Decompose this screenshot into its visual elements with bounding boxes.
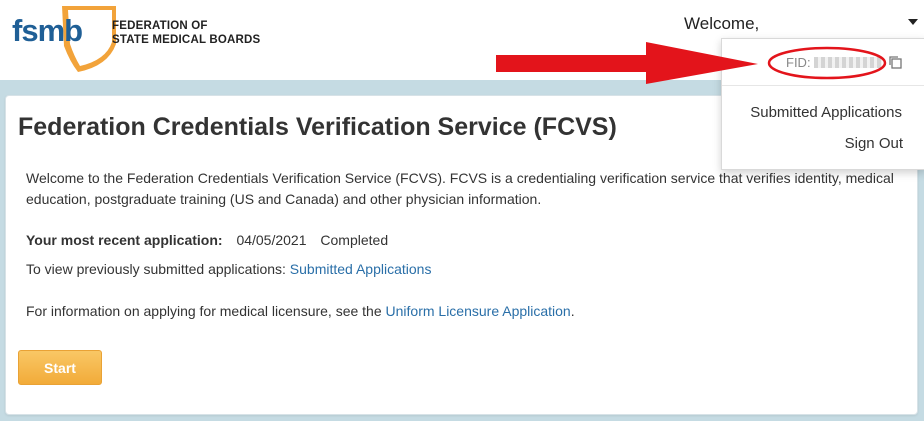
page-title: Federation Credentials Verification Serv… bbox=[18, 113, 617, 141]
start-button[interactable]: Start bbox=[18, 350, 102, 385]
menu-item-submitted-applications[interactable]: Submitted Applications bbox=[722, 104, 902, 121]
licensure-info: For information on applying for medical … bbox=[26, 303, 575, 319]
recent-application: Your most recent application: 04/05/2021… bbox=[26, 232, 388, 248]
recent-application-label: Your most recent application: bbox=[26, 232, 223, 248]
copy-icon[interactable] bbox=[887, 54, 903, 70]
caret-down-icon[interactable] bbox=[908, 19, 918, 25]
previous-applications: To view previously submitted application… bbox=[26, 261, 432, 277]
recent-application-date: 04/05/2021 bbox=[236, 232, 307, 248]
welcome-menu-toggle[interactable]: Welcome, bbox=[684, 14, 759, 34]
red-circle-annotation bbox=[767, 46, 887, 80]
red-arrow-annotation bbox=[496, 42, 758, 84]
logo-wordmark: fsmb bbox=[12, 13, 83, 48]
intro-text: Welcome to the Federation Credentials Ve… bbox=[26, 170, 894, 207]
menu-item-sign-out[interactable]: Sign Out bbox=[722, 135, 903, 152]
submitted-applications-link[interactable]: Submitted Applications bbox=[290, 261, 432, 277]
org-name: FEDERATION OF STATE MEDICAL BOARDS bbox=[112, 20, 261, 46]
recent-application-status: Completed bbox=[320, 232, 389, 248]
uniform-licensure-link[interactable]: Uniform Licensure Application bbox=[386, 303, 571, 319]
